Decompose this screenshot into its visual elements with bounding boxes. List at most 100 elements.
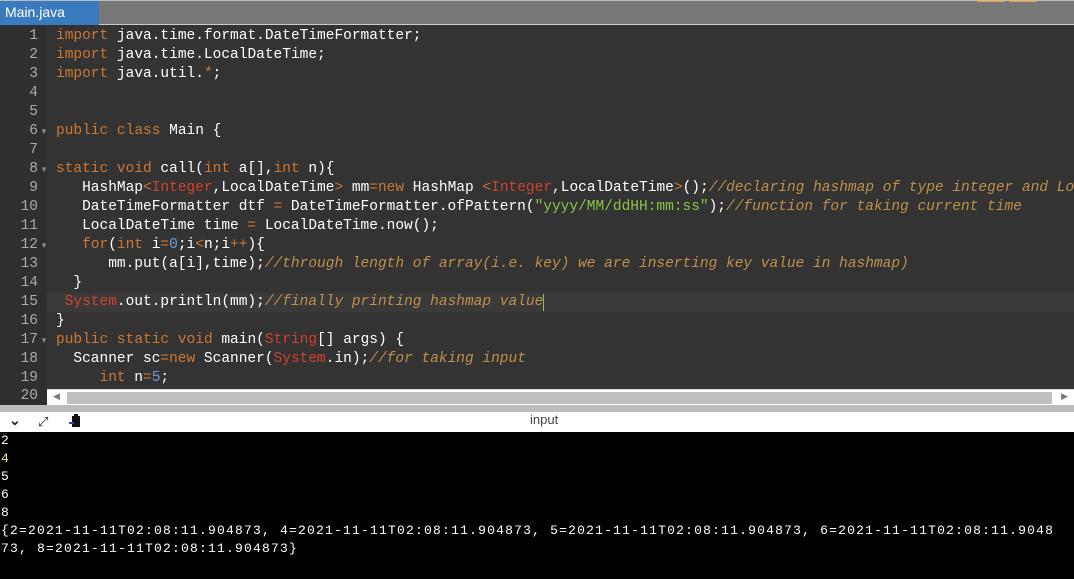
code-token: a[], (230, 161, 274, 177)
line-number: 15 (20, 294, 38, 310)
code-token: n;i (203, 237, 231, 253)
scroll-left-icon[interactable]: ◀ (53, 391, 60, 402)
code-token: //declaring hashmap of type integer and … (708, 180, 1074, 196)
line-number: 10 (20, 199, 38, 215)
code-line: System.out.println(mm);//finally printin… (65, 293, 544, 312)
line-number: 9 (29, 180, 38, 196)
io-toolbar: ⌄ ⤢ input (0, 412, 1074, 432)
code-token: int (116, 237, 144, 253)
code-token: n){ (299, 161, 335, 177)
code-token: ( (108, 237, 117, 253)
expand-icon[interactable]: ⤢ (38, 414, 48, 430)
tab-bar: Main.java (0, 0, 1074, 25)
code-token: > (334, 180, 344, 196)
line-number: 5 (29, 104, 38, 120)
code-token: //for taking input (369, 351, 526, 367)
code-line: mm.put(a[i],time);//through length of ar… (108, 255, 909, 274)
code-token: * (203, 66, 213, 82)
fold-arrow-icon[interactable]: ▼ (40, 336, 48, 345)
output-line: 73, 8=2021-11-11T02:08:11.904873} (1, 541, 299, 556)
code-token: ){ (247, 237, 265, 253)
code-line: } (73, 274, 82, 293)
code-token: ; (160, 370, 170, 386)
code-token: ; (212, 66, 222, 82)
fold-arrow-icon[interactable]: ▼ (40, 127, 48, 136)
code-token: public (56, 123, 109, 139)
output-line: 6 (1, 487, 11, 502)
code-line: DateTimeFormatter dtf = DateTimeFormatte… (82, 198, 1022, 217)
code-token: [] args) { (317, 332, 405, 348)
code-line: int n=5; (100, 369, 170, 388)
code-token: int (273, 161, 300, 177)
code-token: } (56, 313, 65, 329)
code-token: = (160, 351, 170, 367)
code-token: < (482, 180, 492, 196)
code-line: import java.util.*; (56, 65, 221, 84)
accent-mark (977, 1, 1005, 2)
code-token: = (160, 237, 170, 253)
fold-arrow-icon[interactable]: ▼ (40, 165, 48, 174)
line-number: 2 (29, 47, 38, 63)
code-editor[interactable]: 1 2 3 4 5 6 ▼ 7 8 ▼ 9 10 11 12 ▼ 13 14 15 16 17 ▼ 18 19 import… (0, 25, 1074, 389)
scrollbar-thumb[interactable] (67, 392, 1052, 404)
tab-main-java[interactable]: Main.java (0, 1, 99, 25)
code-line: LocalDateTime time = LocalDateTime.now()… (82, 217, 439, 236)
code-token: ,LocalDateTime (552, 180, 674, 196)
code-token: ); (708, 199, 727, 215)
line-number: 7 (29, 142, 38, 158)
code-token: = (273, 199, 283, 215)
line-number-gutter: 1 2 3 4 5 6 ▼ 7 8 ▼ 9 10 11 12 ▼ 13 14 15 16 17 ▼ 18 19 (0, 25, 48, 389)
code-token: java.time.LocalDateTime; (116, 47, 326, 63)
code-token: i (143, 237, 161, 253)
scroll-right-icon[interactable]: ▶ (1061, 391, 1068, 402)
code-line: HashMap<Integer,LocalDateTime> mm=new Ha… (82, 179, 1074, 198)
copy-icon[interactable] (68, 414, 82, 431)
output-line: 4 (1, 451, 11, 466)
code-token: import (56, 28, 109, 44)
horizontal-scrollbar[interactable]: ◀ ▶ (47, 389, 1074, 405)
line-number: 13 (20, 256, 38, 272)
line-number: 14 (20, 275, 38, 291)
code-token: < (195, 237, 204, 253)
code-token: //through length of array(i.e. key) we a… (264, 256, 909, 272)
code-token: main( (212, 332, 265, 348)
chevron-down-icon[interactable]: ⌄ (9, 412, 21, 429)
code-token: 0 (169, 237, 178, 253)
fold-arrow-icon[interactable]: ▼ (40, 241, 48, 250)
code-token: HashMap (82, 180, 144, 196)
code-token: call( (151, 161, 204, 177)
code-token: < (143, 180, 152, 196)
panel-resize-handle[interactable] (0, 405, 1074, 412)
code-line: import java.time.format.DateTimeFormatte… (56, 27, 421, 46)
code-token: //finally printing hashmap value (264, 294, 544, 310)
code-token: = (369, 180, 378, 196)
code-token: DateTimeFormatter dtf (82, 199, 274, 215)
code-token: Scanner sc (73, 351, 161, 367)
code-token: new (377, 180, 405, 196)
code-token: (); (682, 180, 709, 196)
text-cursor (543, 294, 545, 311)
code-token: Integer (151, 180, 213, 196)
code-token: class (116, 123, 161, 139)
code-token: DateTimeFormatter.ofPattern( (282, 199, 535, 215)
output-line: 2 (1, 433, 11, 448)
output-line: 8 (1, 505, 11, 520)
line-number: 4 (29, 85, 38, 101)
code-line: public class Main { (56, 122, 221, 141)
code-token: void (177, 332, 213, 348)
code-token: ,LocalDateTime (212, 180, 335, 196)
line-number: 16 (20, 313, 38, 329)
code-token: n (125, 370, 144, 386)
line-number: 1 (29, 28, 38, 44)
code-token: HashMap (404, 180, 483, 196)
code-line: public static void main(String[] args) { (56, 331, 404, 350)
code-line: Scanner sc=new Scanner(System.in);//for … (73, 350, 526, 369)
output-console: 2 4 5 6 8 {2=2021-11-11T02:08:11.904873, 4=20… (0, 432, 1074, 579)
code-token: ;i (177, 237, 196, 253)
code-token: java.util. (116, 66, 204, 82)
code-token: > (673, 180, 683, 196)
code-token: String (264, 332, 318, 348)
